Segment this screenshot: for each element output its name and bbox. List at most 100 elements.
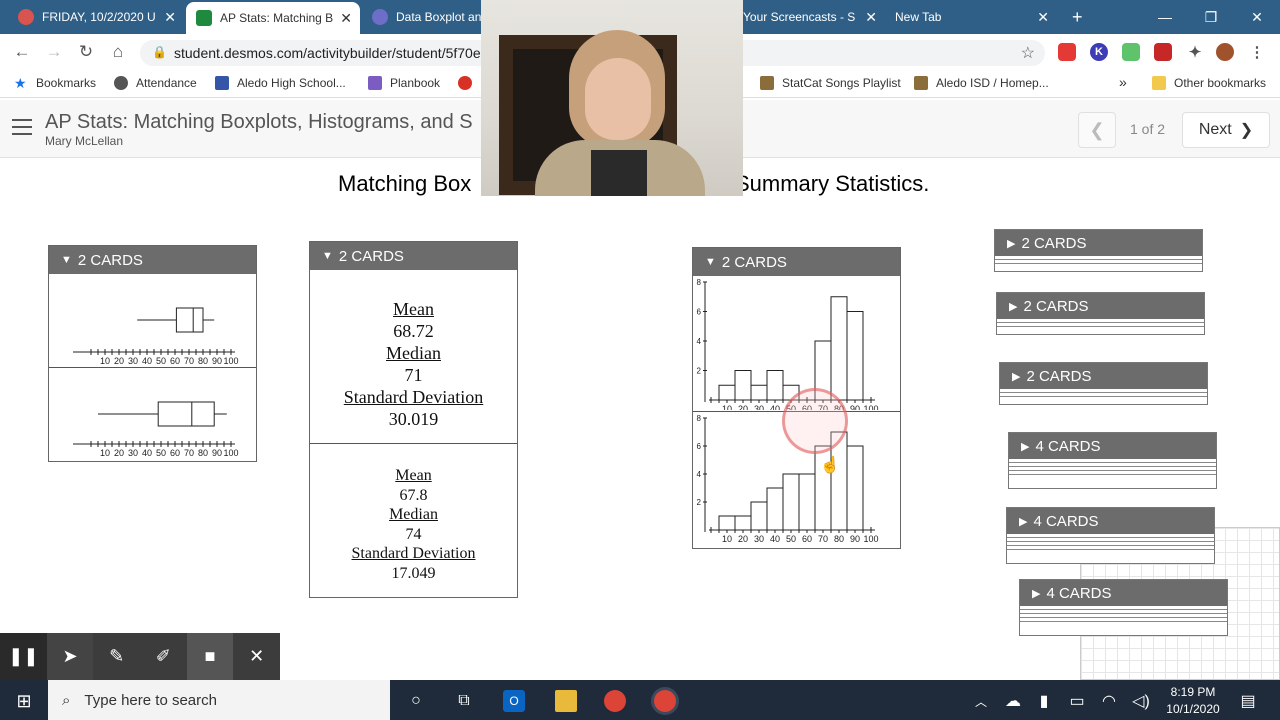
pointer-button[interactable]: ➤ [46, 633, 94, 680]
histogram-bar [750, 501, 768, 531]
histogram-card[interactable]: 10 20 30 40 50 60 70 80 90 100 2 4 6 8 [693, 276, 900, 414]
microphone-icon[interactable]: ▮ [1033, 690, 1055, 712]
x-tick-label: 50 [156, 448, 166, 458]
notification-icon[interactable]: ▤ [1237, 690, 1259, 712]
boxplot-card[interactable]: 10 20 30 40 50 60 70 80 90 100 [49, 368, 256, 460]
close-icon[interactable]: ✕ [865, 9, 877, 26]
bookmark-label: Aledo High School... [237, 76, 346, 90]
bookmark-item[interactable]: StatCat Songs Playlist [760, 76, 901, 90]
browser-tab-active[interactable]: AP Stats: Matching B ✕ [186, 2, 360, 34]
highlighter-button[interactable]: ✐ [140, 633, 187, 680]
home-button[interactable]: ⌂ [104, 34, 132, 70]
onedrive-icon[interactable]: ☁ [1002, 690, 1024, 712]
bookmark-label: StatCat Songs Playlist [782, 76, 901, 90]
extension-icon[interactable] [1122, 43, 1140, 61]
battery-icon[interactable]: ▭ [1066, 690, 1088, 712]
group-header[interactable]: ▶ 4 CARDS [1007, 508, 1214, 534]
clock-date: 10/1/2020 [1166, 702, 1220, 716]
collapsed-card-group[interactable]: ▶ 4 CARDS [1019, 579, 1228, 636]
extension-icon[interactable] [1154, 43, 1172, 61]
avatar[interactable] [1216, 43, 1234, 61]
cortana-icon[interactable]: ○ [405, 690, 427, 712]
collapsed-card-group[interactable]: ▶ 2 CARDS [996, 292, 1205, 335]
browser-tab[interactable]: Your Screencasts - S ✕ [735, 0, 885, 34]
volume-icon[interactable]: ◁) [1130, 690, 1152, 712]
browser-tab[interactable]: FRIDAY, 10/2/2020 U ✕ [8, 0, 184, 34]
outlook-icon[interactable]: O [503, 690, 525, 712]
bookmark-item[interactable]: Aledo ISD / Homep... [914, 76, 1049, 90]
boxplot-card-group[interactable]: ▼ 2 CARDS 10 20 30 40 50 60 70 80 90 100 10 20 30 40 5… [48, 245, 257, 462]
close-icon[interactable]: ✕ [340, 10, 352, 27]
x-tick-label: 40 [770, 404, 780, 410]
group-header[interactable]: ▶ 2 CARDS [995, 230, 1202, 256]
chrome-active-icon[interactable] [654, 690, 676, 712]
card-count: 4 CARDS [1035, 437, 1101, 455]
minimize-button[interactable]: — [1142, 0, 1188, 34]
group-header[interactable]: ▼ 2 CARDS [310, 242, 517, 270]
task-view-icon[interactable]: ⧉ [453, 690, 475, 712]
y-tick-label: 6 [697, 442, 702, 451]
bookmark-item[interactable]: ★ Bookmarks [14, 76, 96, 90]
histogram-bar [750, 384, 768, 401]
stacked-card-edge [1020, 618, 1227, 622]
previous-button[interactable]: ❮ [1078, 112, 1116, 148]
browser-tab[interactable]: Data Boxplot and [362, 0, 482, 34]
stop-button[interactable]: ✕ [233, 633, 280, 680]
group-header[interactable]: ▶ 2 CARDS [997, 293, 1204, 319]
collapsed-card-group[interactable]: ▶ 2 CARDS [994, 229, 1203, 272]
forward-button[interactable]: → [40, 34, 68, 70]
collapsed-card-group[interactable]: ▶ 4 CARDS [1006, 507, 1215, 564]
group-header[interactable]: ▼ 2 CARDS [693, 248, 900, 276]
bookmark-item[interactable] [458, 76, 480, 90]
group-header[interactable]: ▶ 2 CARDS [1000, 363, 1207, 389]
group-header[interactable]: ▶ 4 CARDS [1009, 433, 1216, 459]
median-value: 74 [405, 525, 422, 543]
search-placeholder: Type here to search [84, 691, 217, 709]
file-explorer-icon[interactable] [555, 690, 577, 712]
boxplot-card[interactable]: 10 20 30 40 50 60 70 80 90 100 [49, 274, 256, 368]
extension-k-icon[interactable]: K [1090, 43, 1108, 61]
pen-button[interactable]: ✎ [93, 633, 140, 680]
globe-icon [114, 76, 128, 90]
star-icon[interactable]: ☆ [1021, 43, 1035, 63]
bookmark-item[interactable]: Planbook [368, 76, 440, 90]
lifebuoy-icon [458, 76, 472, 90]
hand-cursor-icon: ☝ [820, 457, 840, 474]
stats-card[interactable]: Mean 68.72 Median 71 Standard Deviation … [310, 270, 517, 444]
camera-button[interactable]: ■ [186, 633, 234, 680]
next-button[interactable]: Next ❯ [1182, 112, 1270, 148]
lock-icon: 🔒 [152, 45, 167, 59]
close-window-button[interactable]: ✕ [1234, 0, 1280, 34]
group-header[interactable]: ▼ 2 CARDS [49, 246, 256, 274]
reload-button[interactable]: ↻ [72, 34, 100, 70]
close-icon[interactable]: ✕ [164, 9, 176, 26]
collapsed-card-group[interactable]: ▶ 2 CARDS [999, 362, 1208, 405]
restore-button[interactable]: ❐ [1188, 0, 1234, 34]
system-clock[interactable]: 8:19 PM 10/1/2020 [1158, 684, 1228, 718]
close-icon[interactable]: ✕ [1037, 9, 1049, 26]
collapsed-card-group[interactable]: ▶ 4 CARDS [1008, 432, 1217, 489]
pause-button[interactable]: ❚❚ [0, 633, 47, 680]
other-bookmarks[interactable]: Other bookmarks [1152, 76, 1266, 90]
bookmark-item[interactable]: Attendance [114, 76, 197, 90]
group-header[interactable]: ▶ 4 CARDS [1020, 580, 1227, 606]
kebab-menu-icon[interactable]: ⋮ [1248, 43, 1266, 61]
puzzle-icon[interactable]: ✦ [1186, 43, 1204, 61]
wifi-icon[interactable]: ◠ [1098, 690, 1120, 712]
bookmark-item[interactable]: Aledo High School... [215, 76, 346, 90]
stats-card[interactable]: Mean 67.8 Median 74 Standard Deviation 1… [310, 444, 517, 596]
hamburger-menu-icon[interactable] [12, 119, 32, 135]
browser-tab[interactable]: New Tab ✕ [887, 0, 1057, 34]
extension-icon[interactable] [1058, 43, 1076, 61]
windows-start-icon[interactable]: ⊞ [13, 690, 35, 712]
bookmark-label: Planbook [390, 76, 441, 90]
chevron-up-icon[interactable]: ︿ [970, 690, 992, 712]
more-bookmarks-button[interactable]: » [1119, 74, 1127, 90]
histogram-bar [846, 311, 864, 401]
new-tab-button[interactable]: + [1062, 0, 1096, 34]
chrome-icon[interactable] [604, 690, 626, 712]
taskbar-search[interactable]: ⌕ Type here to search [48, 680, 390, 720]
summary-stats-card-group[interactable]: ▼ 2 CARDS Mean 68.72 Median 71 Standard D… [309, 241, 518, 598]
back-button[interactable]: ← [8, 34, 36, 70]
y-tick-label: 2 [697, 367, 702, 376]
